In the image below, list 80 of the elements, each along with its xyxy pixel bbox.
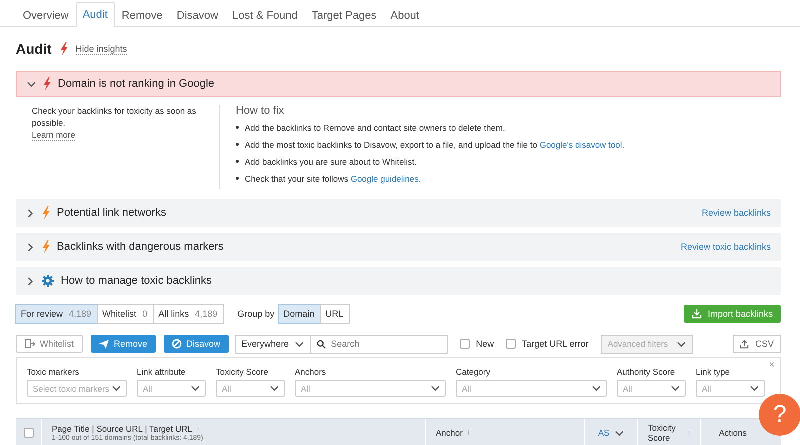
insight-title: Backlinks with dangerous markers: [57, 241, 224, 253]
view-tab[interactable]: All links 4,189: [152, 304, 224, 324]
search-field[interactable]: Search: [310, 334, 448, 354]
disavow-button[interactable]: Disavow: [164, 335, 229, 353]
download-icon: [692, 309, 702, 319]
upload-icon: [740, 340, 750, 348]
help-link[interactable]: Google's disavow tool: [540, 140, 622, 150]
filter-label: Link attribute: [137, 367, 187, 377]
send-icon: [99, 339, 110, 349]
filter-label: Toxicity Score: [216, 367, 270, 377]
lightning-icon: [42, 206, 50, 220]
nav-tab[interactable]: Lost & Found: [225, 4, 305, 27]
page-title: Audit: [16, 41, 52, 57]
group-by-option[interactable]: URL: [320, 304, 350, 324]
nav-tab[interactable]: Audit: [76, 2, 115, 27]
insight-title: Domain is not ranking in Google: [58, 78, 215, 90]
review-link[interactable]: Review toxic backlinks: [680, 242, 771, 252]
checkbox[interactable]: [460, 339, 470, 349]
column-header[interactable]: Page Title | Source URL | Target URL: [52, 424, 192, 434]
search-icon: [317, 340, 326, 348]
filter-label: Authority Score: [617, 367, 676, 377]
nav-tab[interactable]: About: [384, 4, 426, 27]
bullet-icon: [236, 126, 239, 129]
insight-header[interactable]: Domain is not ranking in Google: [16, 71, 781, 97]
filter-label: Link type: [696, 367, 732, 377]
hide-insights-link[interactable]: Hide insights: [76, 44, 128, 54]
block-icon: [172, 339, 182, 349]
column-header[interactable]: Anchor: [436, 428, 463, 438]
chevron-icon: [592, 384, 601, 393]
insight-header[interactable]: How to manage toxic backlinks: [16, 267, 781, 295]
column-header[interactable]: AS: [598, 428, 610, 438]
chevron-icon: [191, 384, 200, 393]
filter-label: Toxic markers: [27, 367, 80, 377]
view-tab[interactable]: For review 4,189: [15, 304, 98, 324]
lightning-icon: [60, 42, 68, 56]
insight-title: Potential link networks: [57, 207, 166, 219]
filter-label: Anchors: [295, 367, 328, 377]
insight-title: How to manage toxic backlinks: [61, 275, 212, 287]
bullet-icon: [236, 160, 239, 163]
view-tab[interactable]: Whitelist 0: [96, 304, 154, 324]
group-by-label: Group by: [238, 309, 275, 319]
chevron-icon: [671, 384, 680, 393]
column-header[interactable]: Actions: [719, 428, 747, 438]
nav-tab[interactable]: Target Pages: [304, 4, 384, 27]
nav-tab[interactable]: Remove: [114, 4, 170, 27]
chevron-icon: [750, 384, 759, 393]
chevron-icon: [270, 384, 279, 393]
whitelist-button[interactable]: Whitelist: [16, 335, 84, 353]
group-by-option[interactable]: Domain: [278, 304, 321, 324]
chevron-icon: [112, 384, 121, 393]
nav-tab[interactable]: Disavow: [170, 4, 226, 27]
chevron-icon: [295, 340, 304, 348]
chevron-icon: [676, 340, 686, 348]
fix-step: Add backlinks you are sure about to Whitelist.: [245, 156, 417, 166]
checkbox-label: Target URL error: [522, 339, 589, 349]
bullet-icon: [236, 143, 239, 146]
lightning-icon: [43, 77, 51, 91]
learn-more-link[interactable]: Learn more: [32, 130, 76, 141]
checkbox[interactable]: [506, 339, 516, 349]
gear-icon: [42, 275, 54, 287]
review-link[interactable]: Review backlinks: [702, 208, 771, 218]
filter-label: Category: [456, 367, 492, 377]
fix-step: Check that your site follows Google guidelines.: [245, 174, 422, 184]
export-icon: [25, 339, 35, 349]
insight-header[interactable]: Backlinks with dangerous markers Review toxic backlinks: [16, 233, 781, 261]
how-to-fix-heading: How to fix: [236, 105, 286, 117]
checkbox-label: New: [476, 339, 494, 349]
column-header[interactable]: Toxicity Score: [648, 423, 684, 443]
fix-step: Add the backlinks to Remove and contact site owners to delete them.: [245, 122, 506, 132]
lightning-icon: [42, 240, 50, 254]
select-all-checkbox[interactable]: [24, 428, 34, 438]
help-link[interactable]: Google guidelines: [350, 174, 419, 184]
fix-step: Add the most toxic backlinks to Disavow, export to a file, and upload the file to Google's disavow tool.: [245, 140, 625, 150]
remove-button[interactable]: Remove: [91, 335, 156, 353]
bullet-icon: [236, 177, 239, 180]
insight-summary: Check your backlinks for toxicity as soon as possible.: [32, 105, 198, 129]
insight-header[interactable]: Potential link networks Review backlinks: [16, 199, 781, 227]
chevron-icon: [431, 384, 440, 393]
csv-export-button[interactable]: CSV: [733, 335, 781, 353]
nav-tab[interactable]: Overview: [16, 4, 76, 27]
